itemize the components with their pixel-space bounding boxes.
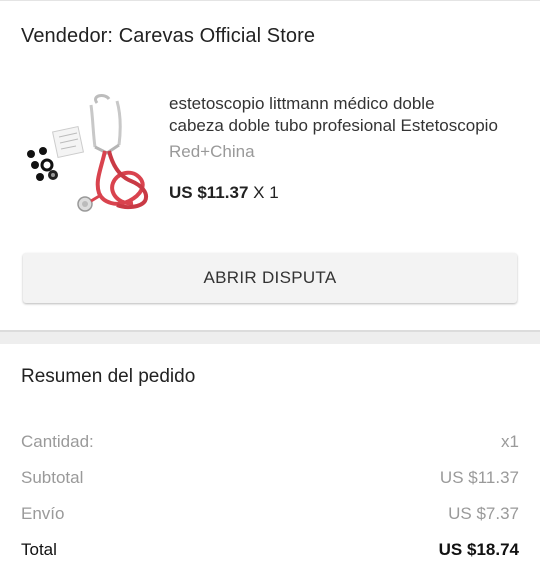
total-label: Total <box>21 540 57 559</box>
section-divider <box>0 330 540 344</box>
product-variant: Red+China <box>169 142 255 161</box>
summary-value: US $11.37 <box>439 468 519 487</box>
order-item-card: Vendedor: Carevas Official Store estetos… <box>0 0 540 330</box>
total-value: US $18.74 <box>438 540 519 559</box>
price-row: US $11.37 X 1 <box>169 183 279 203</box>
summary-row-shipping: Envío US $7.37 <box>21 504 519 524</box>
product-title[interactable]: estetoscopio littmann médico doble cabez… <box>169 93 521 137</box>
open-dispute-button[interactable]: ABRIR DISPUTA <box>23 253 517 303</box>
order-summary-card: Resumen del pedido Cantidad: x1 Subtotal… <box>0 344 540 584</box>
summary-row-subtotal: Subtotal US $11.37 <box>21 468 519 488</box>
seller-name[interactable]: Vendedor: Carevas Official Store <box>21 25 315 48</box>
summary-title: Resumen del pedido <box>21 366 196 387</box>
product-price: US $11.37 <box>169 183 249 202</box>
summary-label: Envío <box>21 504 65 523</box>
summary-row-total: Total US $18.74 <box>21 540 519 560</box>
summary-label: Subtotal <box>21 468 84 487</box>
product-image[interactable] <box>21 89 157 219</box>
product-quantity: X 1 <box>253 183 279 202</box>
product-title-line1: estetoscopio littmann médico doble <box>169 94 435 113</box>
summary-value: x1 <box>501 432 519 451</box>
summary-value: US $7.37 <box>448 504 519 523</box>
product-title-line2: cabeza doble tubo profesional Estetoscop… <box>169 116 498 135</box>
stethoscope-icon <box>27 94 148 212</box>
summary-row-quantity: Cantidad: x1 <box>21 432 519 452</box>
summary-label: Cantidad: <box>21 432 94 451</box>
